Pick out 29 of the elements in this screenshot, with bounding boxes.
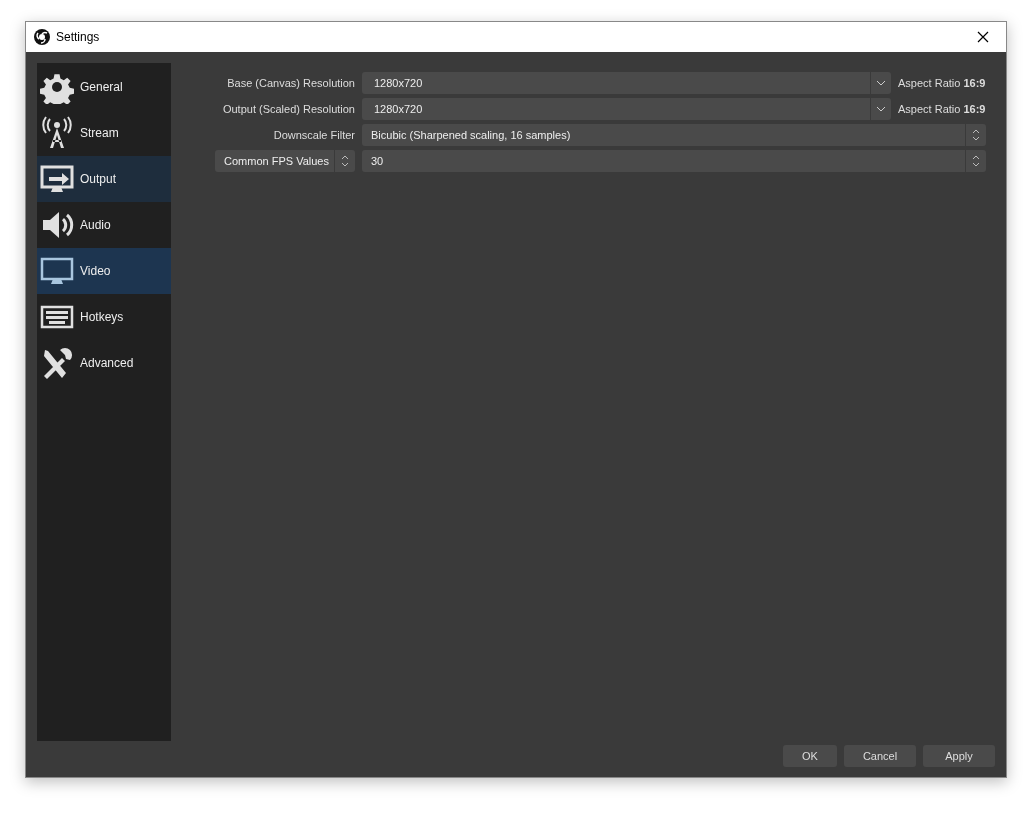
field-label: Base (Canvas) Resolution: [226, 76, 355, 90]
aspect-ratio-text: Aspect Ratio 16:9: [898, 77, 986, 89]
sidebar-item[interactable]: Stream: [37, 110, 171, 156]
sidebar-item[interactable]: Video: [37, 248, 171, 294]
up-down-arrows-icon: [972, 129, 980, 141]
dialog-button[interactable]: OK: [783, 745, 837, 767]
window-title: Settings: [56, 30, 101, 44]
fps-type-combo[interactable]: Common FPS Values: [215, 150, 355, 172]
dialog-button[interactable]: Apply: [923, 745, 995, 767]
sidebar-item[interactable]: Hotkeys: [37, 294, 171, 340]
resolution-combo[interactable]: 1280x720: [362, 72, 891, 94]
chevron-down-icon: [876, 80, 886, 86]
up-down-arrows-icon: [341, 155, 349, 167]
close-icon: [977, 31, 989, 43]
aspect-ratio-text: Aspect Ratio 16:9: [898, 103, 986, 115]
chevron-down-icon: [876, 106, 886, 112]
app-logo-icon: [34, 29, 50, 45]
fps-combo[interactable]: 30: [362, 150, 986, 172]
sidebar-item[interactable]: General: [37, 64, 171, 110]
sidebar-item[interactable]: Output: [37, 156, 171, 202]
resolution-combo[interactable]: 1280x720: [362, 98, 891, 120]
antenna-icon: [40, 116, 74, 150]
field-label: Output (Scaled) Resolution: [221, 102, 355, 116]
field-label: Downscale Filter: [272, 128, 355, 142]
dialog-button[interactable]: Cancel: [844, 745, 916, 767]
filter-combo[interactable]: Bicubic (Sharpened scaling, 16 samples): [362, 124, 986, 146]
up-down-arrows-icon: [972, 155, 980, 167]
sidebar-item[interactable]: Advanced: [37, 340, 171, 386]
sidebar-item[interactable]: Audio: [37, 202, 171, 248]
